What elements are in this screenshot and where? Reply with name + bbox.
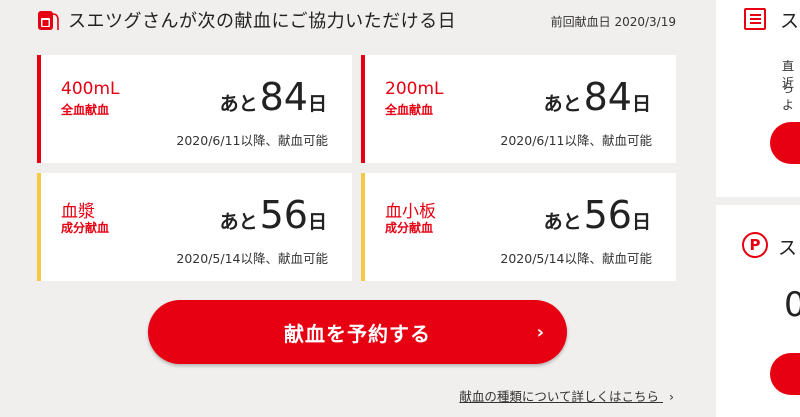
panel-header: スエツグさんが次の献血にご協力いただける日 前回献血日 2020/3/19: [36, 6, 676, 34]
card-platelet: 血小板 成分献血 あと 56 日 2020/5/14以降、献血可能: [361, 173, 676, 281]
side-card-title: ス: [780, 10, 800, 32]
days-remaining: あと 56 日: [544, 195, 651, 235]
days-suffix: 日: [631, 93, 651, 115]
side-card-title: ス: [778, 237, 798, 259]
days-prefix: あと: [543, 211, 582, 233]
card-plasma: 血漿 成分献血 あと 56 日 2020/5/14以降、献血可能: [37, 173, 352, 281]
days-count: 84: [259, 75, 308, 119]
days-prefix: あと: [219, 211, 258, 233]
blood-bag-icon: [38, 11, 59, 30]
donation-types-link-label: 献血の種類について詳しくはこちら: [459, 389, 660, 404]
side-card-text: らよ: [782, 81, 795, 112]
days-remaining: あと 84 日: [544, 77, 651, 117]
side-card-button[interactable]: [770, 353, 800, 395]
available-date-note: 2020/5/14以降、献血可能: [176, 251, 328, 266]
donation-types-link[interactable]: 献血の種類について詳しくはこちら ›: [459, 386, 674, 405]
days-suffix: 日: [307, 211, 327, 233]
days-count: 84: [583, 75, 632, 119]
panel-title: スエツグさんが次の献血にご協力いただける日: [68, 11, 457, 32]
days-remaining: あと 84 日: [220, 77, 327, 117]
donation-amount: 400mL: [61, 79, 120, 99]
side-card-points: P ス 0: [716, 205, 800, 417]
reserve-donation-button[interactable]: 献血を予約する ›: [148, 300, 567, 364]
days-count: 56: [583, 193, 632, 237]
donation-amount: 200mL: [385, 79, 444, 99]
days-suffix: 日: [631, 211, 651, 233]
side-card-history: ス 直近 らよ: [716, 0, 800, 197]
days-count: 56: [259, 193, 308, 237]
days-prefix: あと: [543, 93, 582, 115]
days-prefix: あと: [219, 93, 258, 115]
points-value: 0: [784, 285, 800, 325]
available-date-note: 2020/6/11以降、献血可能: [176, 133, 328, 148]
available-date-note: 2020/6/11以降、献血可能: [500, 133, 652, 148]
card-400ml: 400mL 全血献血 あと 84 日 2020/6/11以降、献血可能: [37, 55, 352, 163]
reserve-button-label: 献血を予約する: [284, 321, 431, 346]
side-card-button[interactable]: [770, 122, 800, 164]
days-remaining: あと 56 日: [220, 195, 327, 235]
donation-kind: 成分献血: [385, 221, 434, 235]
list-icon: [744, 8, 766, 30]
next-donation-panel: スエツグさんが次の献血にご協力いただける日 前回献血日 2020/3/19 40…: [0, 0, 712, 417]
point-icon: P: [742, 232, 768, 258]
chevron-right-icon: ›: [536, 322, 545, 343]
donation-kind: 全血献血: [385, 103, 434, 117]
chevron-right-icon: ›: [669, 389, 674, 404]
last-donation-date: 前回献血日 2020/3/19: [550, 15, 676, 29]
days-suffix: 日: [307, 93, 327, 115]
card-200ml: 200mL 全血献血 あと 84 日 2020/6/11以降、献血可能: [361, 55, 676, 163]
donation-kind: 全血献血: [61, 103, 110, 117]
available-date-note: 2020/5/14以降、献血可能: [500, 251, 652, 266]
donation-kind: 成分献血: [61, 221, 110, 235]
